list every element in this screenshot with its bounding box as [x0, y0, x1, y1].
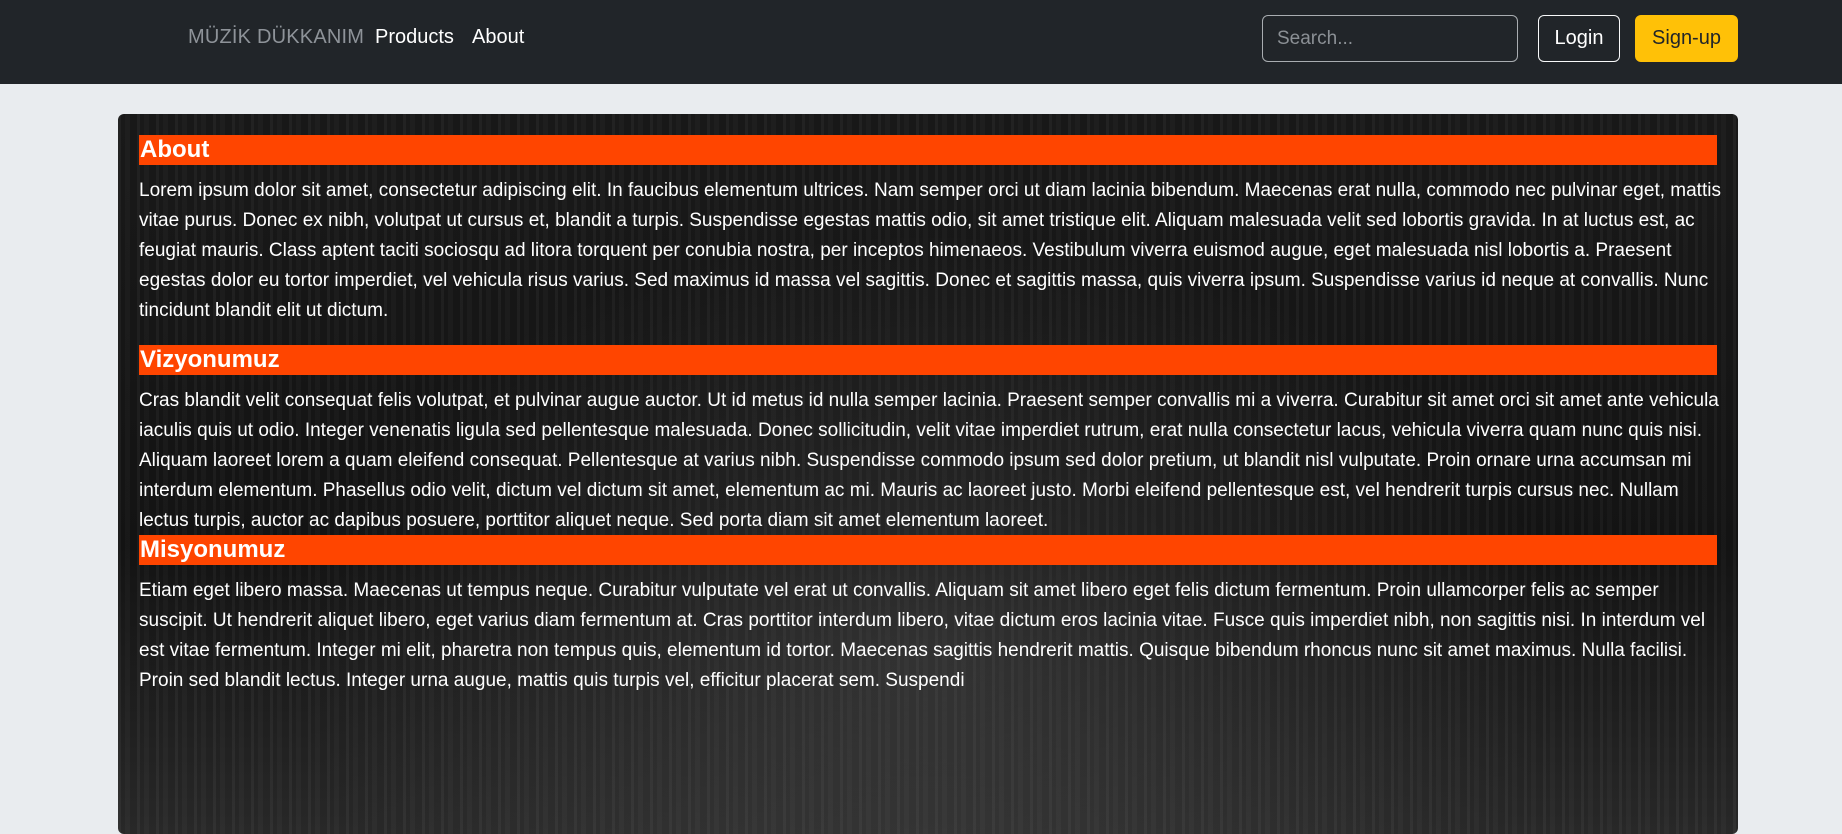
search-input[interactable] [1262, 15, 1518, 62]
section-title-mission: Misyonumuz [139, 535, 1717, 565]
section-text-vision: Cras blandit velit consequat felis volut… [139, 390, 1719, 531]
section-title-about: About [139, 135, 1717, 165]
nav-link-about[interactable]: About [472, 26, 524, 49]
brand-name[interactable]: MÜZİK DÜKKANIM [188, 26, 364, 49]
signup-button[interactable]: Sign-up [1635, 15, 1738, 62]
content-card: About Lorem ipsum dolor sit amet, consec… [118, 114, 1738, 834]
top-navbar: MÜZİK DÜKKANIM Products About Login Sign… [0, 0, 1842, 84]
section-title-vision: Vizyonumuz [139, 345, 1717, 375]
nav-link-products[interactable]: Products [375, 26, 454, 49]
section-text-mission: Etiam eget libero massa. Maecenas ut tem… [139, 580, 1706, 691]
login-button[interactable]: Login [1538, 15, 1620, 62]
section-text-about: Lorem ipsum dolor sit amet, consectetur … [139, 180, 1721, 321]
